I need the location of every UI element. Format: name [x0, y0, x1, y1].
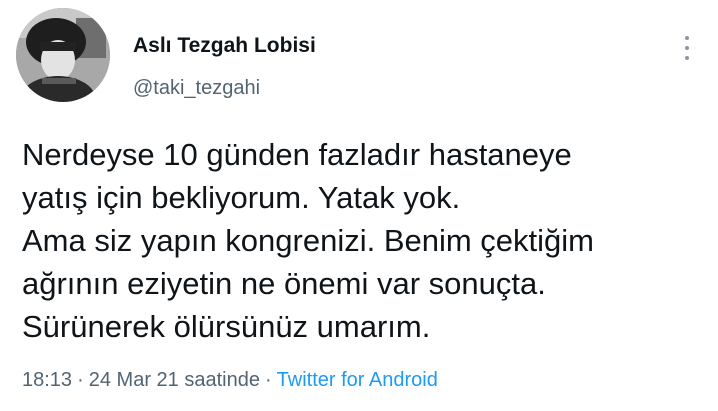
- tweet-text-line: Ama siz yapın kongrenizi. Benim çektiğim: [22, 223, 595, 258]
- more-dot: [685, 46, 689, 50]
- tweet-meta: 18:13 · 24 Mar 21 saatinde · Twitter for And…: [22, 369, 438, 392]
- tweet-time[interactable]: 18:13: [22, 369, 72, 391]
- avatar-photo: [16, 8, 110, 102]
- tweet-card: Aslı Tezgah Lobisi @taki_tezgahi Nerdeys…: [0, 0, 718, 411]
- meta-separator: ·: [77, 369, 84, 391]
- display-name[interactable]: Aslı Tezgah Lobisi: [133, 34, 316, 58]
- meta-separator: ·: [264, 369, 272, 391]
- tweet-text: Nerdeyse 10 günden fazladır hastaneye ya…: [22, 133, 702, 348]
- avatar[interactable]: [16, 8, 110, 102]
- more-dot: [685, 56, 689, 60]
- tweet-date[interactable]: 24 Mar 21 saatinde: [89, 369, 260, 391]
- tweet-source-link[interactable]: Twitter for Android: [277, 369, 438, 391]
- tweet-text-line: yatış için bekliyorum. Yatak yok.: [22, 180, 461, 215]
- tweet-text-line: Nerdeyse 10 günden fazladır hastaneye: [22, 137, 572, 172]
- tweet-text-line: Sürünerek ölürsünüz umarım.: [22, 309, 431, 344]
- more-dot: [685, 36, 689, 40]
- more-vertical-icon[interactable]: [672, 30, 702, 66]
- user-handle[interactable]: @taki_tezgahi: [133, 77, 260, 100]
- tweet-text-line: ağrının eziyetin ne önemi var sonuçta.: [22, 266, 546, 301]
